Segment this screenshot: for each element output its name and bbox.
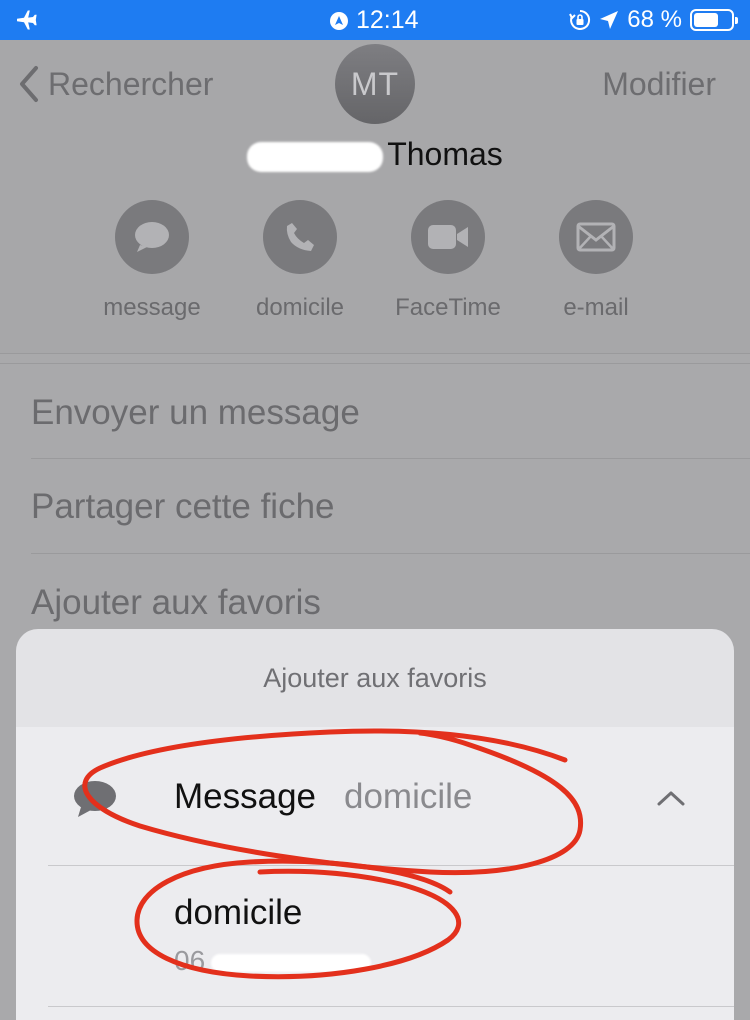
- chevron-left-icon: [20, 66, 38, 102]
- airplane-icon: [17, 10, 37, 30]
- sheet-divider: [48, 865, 734, 866]
- contact-name-text: Thomas: [387, 136, 503, 172]
- list-divider: [31, 553, 750, 554]
- redacted-first-name: [247, 141, 384, 172]
- status-bar: 12:14 68 %: [0, 0, 750, 40]
- add-to-favorites-row[interactable]: Ajouter aux favoris: [31, 583, 321, 623]
- share-contact-row[interactable]: Partager cette fiche: [31, 487, 335, 527]
- action-email[interactable]: e-mail: [526, 200, 666, 322]
- action-facetime-label: FaceTime: [395, 294, 501, 321]
- avatar-initials: MT: [350, 65, 400, 102]
- battery-level-fill: [694, 13, 719, 27]
- message-bubble-icon: [115, 200, 189, 274]
- mail-icon: [559, 200, 633, 274]
- favorites-sheet: Ajouter aux favoris Message domicile dom…: [16, 629, 734, 1020]
- contact-name: Thomas: [0, 136, 750, 173]
- option-title: Message: [174, 777, 317, 816]
- action-email-label: e-mail: [563, 294, 629, 321]
- suboption-title: domicile: [174, 893, 303, 932]
- sheet-divider: [48, 1006, 734, 1007]
- avatar[interactable]: MT: [335, 44, 415, 124]
- list-divider: [31, 458, 750, 459]
- back-button-label: Rechercher: [48, 65, 214, 102]
- orientation-lock-icon: [569, 9, 591, 30]
- contact-header: Rechercher MT Modifier Thomas message do…: [0, 40, 750, 354]
- number-prefix: 06: [174, 945, 206, 976]
- video-icon: [411, 200, 485, 274]
- list-divider: [0, 363, 750, 364]
- message-bubble-icon: [74, 781, 116, 817]
- action-message[interactable]: message: [82, 200, 222, 322]
- action-call-label: domicile: [255, 294, 345, 321]
- action-message-label: message: [103, 294, 201, 321]
- suboption-number: 06: [174, 945, 372, 977]
- send-message-row[interactable]: Envoyer un message: [31, 393, 360, 433]
- option-subtitle: domicile: [344, 777, 473, 816]
- phone-icon: [263, 200, 337, 274]
- action-facetime[interactable]: FaceTime: [378, 200, 518, 322]
- sheet-options: Message domicile domicile 06: [16, 727, 734, 1020]
- edit-button[interactable]: Modifier: [602, 66, 716, 103]
- favorite-option-message[interactable]: Message domicile: [16, 727, 734, 865]
- chevron-up-icon[interactable]: [656, 789, 686, 807]
- status-time: 12:14: [356, 6, 419, 34]
- battery-percent: 68 %: [627, 6, 682, 33]
- action-call[interactable]: domicile: [230, 200, 370, 322]
- battery-icon: [690, 9, 738, 31]
- location-arrow-icon: [600, 11, 619, 29]
- back-button[interactable]: Rechercher: [18, 64, 213, 104]
- location-circle-icon: [330, 11, 348, 30]
- sheet-title: Ajouter aux favoris: [263, 663, 487, 693]
- redacted-number: [211, 953, 372, 972]
